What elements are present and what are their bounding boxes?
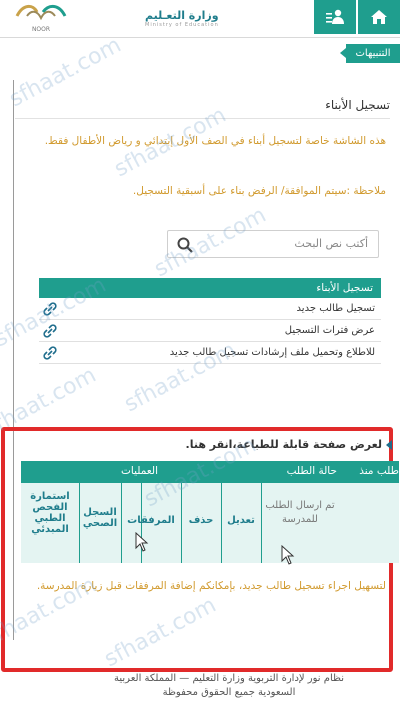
link-icon <box>44 345 58 360</box>
list-item[interactable]: تسجيل طالب جديد <box>40 298 382 320</box>
column-header-status: حالة الطلب <box>287 465 338 477</box>
column-divider <box>182 483 183 563</box>
delete-button[interactable]: حذف <box>184 515 220 526</box>
mouse-cursor-icon <box>136 532 150 552</box>
requests-table: طلب منذ حالة الطلب العمليات تم ارسال الط… <box>22 461 400 563</box>
list-item-label[interactable]: تسجيل طالب جديد <box>298 303 376 314</box>
link-icon <box>44 301 58 316</box>
notifications-tab[interactable]: التنبيهات <box>341 44 401 63</box>
column-divider <box>222 483 223 563</box>
footer-line: السعودية جميع الحقوق محفوظة <box>163 687 297 698</box>
column-divider <box>80 483 81 563</box>
section-note: ملاحظة :سيتم الموافقة/ الرفض بناء على أس… <box>133 185 387 197</box>
requests-table-header: طلب منذ حالة الطلب العمليات <box>22 461 400 483</box>
column-divider <box>122 483 123 563</box>
link-icon <box>44 323 58 338</box>
column-divider <box>262 483 263 563</box>
list-item-label[interactable]: للاطلاع وتحميل ملف إرشادات تسجيل طالب جد… <box>171 347 376 358</box>
users-icon <box>327 9 345 24</box>
medical-form-button[interactable]: استمارة الفحص الطبي المبدئي <box>24 491 78 535</box>
top-bar: وزارة التعـليم Ministry of Education NOO… <box>0 0 401 38</box>
noor-logo: NOOR <box>14 2 70 34</box>
column-header-request-since: طلب منذ <box>360 465 400 477</box>
list-item[interactable]: للاطلاع وتحميل ملف إرشادات تسجيل طالب جد… <box>40 342 382 364</box>
ministry-title: وزارة التعـليم <box>146 8 220 22</box>
list-item-label[interactable]: عرض فترات التسجيل <box>286 325 376 336</box>
search-icon[interactable] <box>177 236 195 254</box>
page-title: تسجيل الأبناء <box>326 98 391 112</box>
list-item[interactable]: عرض فترات التسجيل <box>40 320 382 342</box>
ministry-subtitle: Ministry of Education <box>146 21 220 28</box>
users-button[interactable] <box>315 0 357 34</box>
attachments-button[interactable]: المرفقات <box>124 515 180 526</box>
registration-menu-header: تسجيل الأبناء <box>40 278 382 298</box>
registration-menu: تسجيل الأبناء تسجيل طالب جديد عرض فترات … <box>40 278 382 364</box>
search-input[interactable]: أكتب نص البحث <box>168 230 380 258</box>
notifications-tab-label: التنبيهات <box>356 48 392 59</box>
mouse-cursor-icon <box>282 545 296 565</box>
home-button[interactable] <box>359 0 401 34</box>
section-description: هذه الشاشة خاصة لتسجيل أبناء في الصف الأ… <box>45 135 387 147</box>
noor-label: NOOR <box>33 26 51 33</box>
column-header-operations: العمليات <box>122 465 159 477</box>
footer-line: نظام نور لإدارة التربوية وزارة التعليم —… <box>115 673 345 684</box>
print-view-link[interactable]: لعرض صفحة قابلة للطباعة،انقر هنا. <box>187 438 393 451</box>
health-record-button[interactable]: السجل الصحي <box>82 507 120 529</box>
attachments-hint: لتسهيل اجراء تسجيل طالب جديد، بإمكانكم إ… <box>37 580 387 592</box>
caret-left-icon <box>387 440 393 450</box>
edit-button[interactable]: تعديل <box>224 515 260 526</box>
title-divider <box>16 118 391 119</box>
request-status: تم ارسال الطلب للمدرسة <box>266 500 336 525</box>
print-view-link-label[interactable]: لعرض صفحة قابلة للطباعة،انقر هنا. <box>187 438 383 451</box>
page-footer: نظام نور لإدارة التربوية وزارة التعليم —… <box>90 672 370 700</box>
watermark: sfhaat.com <box>6 32 127 113</box>
ministry-logo: وزارة التعـليم Ministry of Education <box>146 4 236 32</box>
home-icon <box>372 10 388 24</box>
search-placeholder: أكتب نص البحث <box>295 237 369 250</box>
